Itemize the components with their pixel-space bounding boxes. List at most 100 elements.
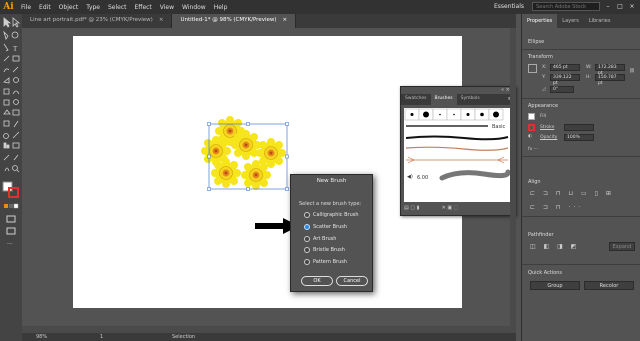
- cancel-button[interactable]: Cancel: [336, 276, 368, 286]
- shape-builder-icon: [13, 99, 19, 105]
- option-calligraphic-brush[interactable]: Calligraphic Brush: [304, 212, 359, 218]
- properties-panel: Properties Layers Libraries Ellipse Tran…: [521, 14, 640, 341]
- h-input[interactable]: 150.787 pt: [595, 74, 625, 86]
- flower-shape: [210, 157, 242, 189]
- pencil-tool-icon: [12, 66, 19, 73]
- zoom-level[interactable]: 98%: [36, 334, 47, 340]
- tab-properties[interactable]: Properties: [522, 14, 558, 28]
- perspective-grid-icon: [3, 109, 11, 115]
- h-label: H:: [586, 75, 591, 80]
- rotate-icon: ◿: [542, 87, 546, 92]
- brush-dots: [404, 108, 504, 121]
- y-input[interactable]: 339.122 pt: [550, 74, 580, 86]
- direct-selection-tool-icon: [12, 17, 21, 28]
- x-label: X:: [542, 65, 547, 70]
- menu-file[interactable]: File: [17, 4, 35, 11]
- option-bristle-brush[interactable]: Bristle Brush: [304, 247, 345, 253]
- ok-button[interactable]: OK: [301, 276, 333, 286]
- line-tool-icon: [3, 55, 10, 62]
- eraser-tool-icon: [3, 77, 10, 84]
- menu-edit[interactable]: Edit: [35, 4, 55, 11]
- close-window-button[interactable]: ×: [628, 3, 636, 10]
- opacity-label[interactable]: Opacity: [540, 135, 557, 140]
- rotate-input[interactable]: 0°: [550, 86, 574, 93]
- option-scatter-brush[interactable]: Scatter Brush: [304, 224, 347, 230]
- basic-brush-label: Basic: [492, 124, 505, 130]
- volume-icon: ◀): [407, 174, 413, 180]
- menu-effect[interactable]: Effect: [131, 4, 156, 11]
- tab-swatches[interactable]: Swatches: [401, 94, 431, 105]
- constrain-proportions-icon[interactable]: ⛓: [629, 69, 635, 74]
- menu-object[interactable]: Object: [55, 4, 83, 11]
- x-input[interactable]: 465 pt: [550, 64, 580, 71]
- vertical-scrollbar[interactable]: [510, 28, 516, 326]
- maximize-button[interactable]: □: [616, 3, 624, 10]
- quick-actions-title: Quick Actions: [528, 270, 562, 276]
- doc-tab-untitled[interactable]: Untitled-1* @ 98% (CMYK/Preview) ×: [172, 14, 297, 28]
- dialog-prompt: Select a new brush type:: [299, 201, 362, 207]
- zoom-tool-icon: [12, 165, 18, 171]
- transform-title: Transform: [528, 54, 553, 60]
- horizontal-scrollbar[interactable]: [22, 326, 516, 333]
- menu-type[interactable]: Type: [82, 4, 104, 11]
- stroke-label[interactable]: Stroke: [540, 125, 554, 130]
- brush-library[interactable]: Basic ◀) 6.00: [404, 108, 512, 202]
- tab-libraries[interactable]: Libraries: [584, 14, 616, 28]
- appearance-title: Appearance: [528, 103, 559, 109]
- panel-collapse-icon[interactable]: « ×: [501, 87, 510, 93]
- menu-select[interactable]: Select: [104, 4, 131, 11]
- stroke-color-icon[interactable]: [528, 124, 535, 131]
- pen-tool-icon: [3, 43, 9, 52]
- reference-point-icon[interactable]: [528, 64, 537, 73]
- scale-tool-icon: [3, 88, 10, 95]
- opacity-input[interactable]: 100%: [564, 134, 594, 141]
- menu-window[interactable]: Window: [178, 4, 210, 11]
- tab-layers[interactable]: Layers: [557, 14, 584, 28]
- more-options-icon[interactable]: fx ···: [528, 147, 538, 152]
- eraser-icon: [13, 154, 19, 161]
- radio-icon[interactable]: [304, 212, 310, 218]
- radio-selected-icon[interactable]: [304, 224, 310, 230]
- tab-symbols[interactable]: Symbols: [457, 94, 484, 105]
- tab-brushes[interactable]: Brushes: [430, 94, 457, 105]
- radio-icon[interactable]: [304, 247, 310, 253]
- fill-label: Fill: [540, 114, 547, 119]
- artboard-number[interactable]: 1: [100, 334, 103, 340]
- close-tab-icon[interactable]: ×: [159, 17, 164, 23]
- minimize-button[interactable]: –: [604, 3, 612, 10]
- group-button[interactable]: Group: [530, 281, 580, 290]
- doc-tab-line-art[interactable]: Line art portrait.pdf* @ 23% (CMYK/Previ…: [22, 14, 173, 28]
- dialog-title: New Brush: [291, 175, 372, 187]
- menu-view[interactable]: View: [156, 4, 178, 11]
- flower-artwork[interactable]: [200, 115, 300, 195]
- menu-bar: Ai File Edit Object Type Select Effect V…: [0, 0, 640, 14]
- magic-wand-icon: [3, 30, 9, 40]
- option-pattern-brush[interactable]: Pattern Brush: [304, 259, 347, 265]
- draw-mode-icon: [6, 215, 16, 223]
- option-art-brush[interactable]: Art Brush: [304, 236, 336, 242]
- recolor-button[interactable]: Recolor: [584, 281, 634, 290]
- pathfinder-buttons-icons[interactable]: ◫ ◧ ◨ ◩: [530, 243, 579, 250]
- properties-tabs: Properties Layers Libraries: [522, 14, 640, 28]
- align-buttons-icons[interactable]: ⊏ ⊐ ⊓ ⊔ ▭ ▯ ⊞: [530, 190, 614, 197]
- stroke-weight-input[interactable]: [564, 124, 594, 131]
- workspace-switcher[interactable]: Essentials: [489, 2, 528, 11]
- app-logo: Ai: [3, 2, 14, 12]
- fill-color-icon[interactable]: [528, 113, 535, 120]
- tool-icons[interactable]: T ···: [0, 14, 22, 314]
- doc-tab-label: Untitled-1* @ 98% (CMYK/Preview): [180, 17, 277, 23]
- fill-swatch-icon: [2, 181, 13, 192]
- close-tab-icon[interactable]: ×: [283, 17, 288, 23]
- stock-search-input[interactable]: [532, 2, 600, 11]
- brush-panel-footer-icons[interactable]: ▤ ▢ ▮ ✕ ▣ ⬚: [404, 205, 458, 211]
- slice-tool-icon: [3, 154, 10, 161]
- radio-icon[interactable]: [304, 259, 310, 265]
- menu-help[interactable]: Help: [210, 4, 232, 11]
- w-input[interactable]: 172.283 pt: [595, 64, 625, 76]
- gradient-tool-icon: [3, 120, 10, 127]
- distribute-buttons-icons[interactable]: ⊏ ⊐ ⊓ ···: [530, 204, 583, 211]
- radio-icon[interactable]: [304, 236, 310, 242]
- expand-button[interactable]: Expand: [609, 242, 635, 251]
- opacity-icon: ◐: [528, 134, 532, 139]
- pathfinder-title: Pathfinder: [528, 232, 554, 238]
